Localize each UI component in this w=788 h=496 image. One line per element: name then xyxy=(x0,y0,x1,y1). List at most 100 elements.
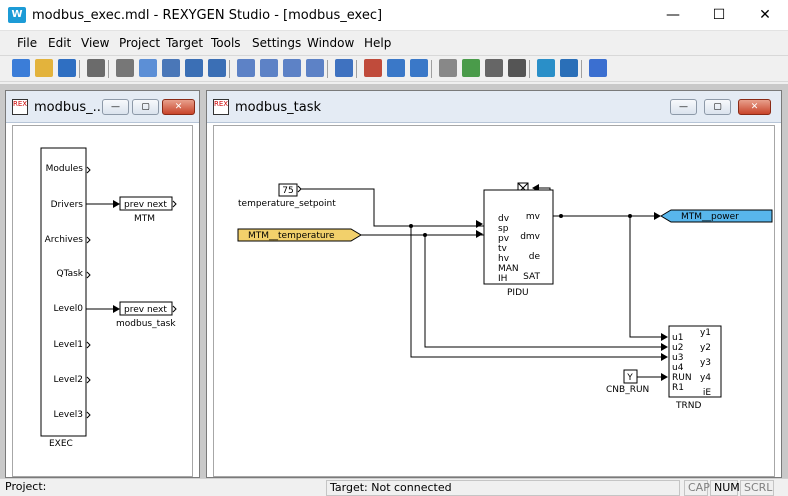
trnd-in-u1: u1 xyxy=(672,333,683,343)
trnd-in-u2: u2 xyxy=(672,343,683,353)
left-window-titlebar[interactable]: REX modbus_... — ▢ ✕ xyxy=(6,91,199,123)
zoom-select-icon[interactable] xyxy=(306,59,324,77)
menu-help[interactable]: Help xyxy=(364,36,391,50)
upload-icon[interactable] xyxy=(410,59,428,77)
modbus-task-block-text: prev next xyxy=(124,305,167,315)
left-window-title: modbus_... xyxy=(34,100,106,115)
paste-icon[interactable] xyxy=(162,59,180,77)
cnb-value: Y xyxy=(626,373,633,383)
undo-icon[interactable] xyxy=(185,59,203,77)
pidu-in-man: MAN xyxy=(498,264,519,274)
trnd-in-u4: u4 xyxy=(672,363,684,373)
pidu-in-dv: dv xyxy=(498,214,510,224)
level0-arrow xyxy=(113,305,120,313)
save-icon[interactable] xyxy=(58,59,76,77)
left-close-button[interactable]: ✕ xyxy=(162,99,195,115)
menu-edit[interactable]: Edit xyxy=(48,36,71,50)
cut-icon[interactable] xyxy=(116,59,134,77)
menu-view[interactable]: View xyxy=(81,36,109,50)
menu-bar: File Edit View Project Target Tools Sett… xyxy=(0,32,788,54)
left-minimize-button[interactable]: — xyxy=(102,99,129,115)
trnd-out-y2: y2 xyxy=(700,343,711,353)
info-icon[interactable] xyxy=(589,59,607,77)
right-child-window[interactable]: REX modbus_task — ▢ ✕ 75 temperature_set… xyxy=(206,90,782,478)
mtm-label: MTM xyxy=(134,214,155,224)
download-icon[interactable] xyxy=(387,59,405,77)
toolbar-separator xyxy=(431,60,432,78)
diagram-icon: REX xyxy=(12,99,28,115)
toolbar-separator xyxy=(108,60,109,78)
minimize-button[interactable]: — xyxy=(650,0,696,31)
trnd-in-u3: u3 xyxy=(672,353,683,363)
pidu-in-hv: hv xyxy=(498,254,510,264)
library-icon[interactable] xyxy=(439,59,457,77)
watch-icon[interactable] xyxy=(537,59,555,77)
junction xyxy=(559,214,563,218)
svg-text:Drivers: Drivers xyxy=(51,200,84,210)
trnd-out-y1: y1 xyxy=(700,328,711,338)
pidu-out-dmv: dmv xyxy=(520,232,540,242)
pidu-in-sp: sp xyxy=(498,224,509,234)
toolbar-separator xyxy=(356,60,357,78)
zoom-in-icon[interactable] xyxy=(237,59,255,77)
block-icon[interactable] xyxy=(335,59,353,77)
toolbar-separator xyxy=(581,60,582,78)
left-canvas[interactable]: EXEC Modules Drivers Archives QTask Leve… xyxy=(12,125,193,477)
right-close-button[interactable]: ✕ xyxy=(738,99,771,115)
left-child-window[interactable]: REX modbus_... — ▢ ✕ EXEC Modules Driver… xyxy=(5,90,200,478)
menu-window[interactable]: Window xyxy=(307,36,354,50)
status-scrl: SCRL xyxy=(740,480,774,496)
monitor-icon[interactable] xyxy=(560,59,578,77)
maximize-button[interactable]: ☐ xyxy=(696,0,742,31)
exec-block[interactable] xyxy=(40,147,87,437)
right-canvas[interactable]: 75 temperature_setpoint MTM__temperature… xyxy=(213,125,775,477)
junction xyxy=(423,233,427,237)
menu-settings[interactable]: Settings xyxy=(252,36,301,50)
toolbar-separator xyxy=(229,60,230,78)
mtm-block-text: prev next xyxy=(124,200,167,210)
toolbar-separator xyxy=(529,60,530,78)
copy-icon[interactable] xyxy=(139,59,157,77)
right-window-title: modbus_task xyxy=(235,100,321,115)
new-icon[interactable] xyxy=(12,59,30,77)
status-bar: Project: Target: Not connected CAP NUM S… xyxy=(0,478,788,496)
print-icon[interactable] xyxy=(87,59,105,77)
u2-arrow xyxy=(661,343,668,351)
run-arrow xyxy=(661,373,668,381)
list-icon[interactable] xyxy=(508,59,526,77)
add-icon[interactable] xyxy=(462,59,480,77)
toolbar-separator xyxy=(79,60,80,78)
right-maximize-button[interactable]: ▢ xyxy=(704,99,731,115)
left-maximize-button[interactable]: ▢ xyxy=(132,99,159,115)
trnd-in-r1: R1 xyxy=(672,383,684,393)
menu-file[interactable]: File xyxy=(17,36,37,50)
menu-project[interactable]: Project xyxy=(119,36,160,50)
exec-port-level0: Level0 xyxy=(54,304,84,314)
right-minimize-button[interactable]: — xyxy=(670,99,697,115)
const-value: 75 xyxy=(282,186,293,196)
pv-arrow xyxy=(476,230,483,238)
close-button[interactable]: ✕ xyxy=(742,0,788,31)
svg-text:Level1: Level1 xyxy=(54,340,83,350)
open-icon[interactable] xyxy=(35,59,53,77)
menu-tools[interactable]: Tools xyxy=(211,36,241,50)
zoom-fit-icon[interactable] xyxy=(283,59,301,77)
trnd-out-ie: iE xyxy=(703,388,712,398)
svg-text:Level2: Level2 xyxy=(54,375,83,385)
junction xyxy=(409,224,413,228)
toolbar xyxy=(0,55,788,82)
menu-target[interactable]: Target xyxy=(166,36,203,50)
redo-icon[interactable] xyxy=(208,59,226,77)
title-bar: W modbus_exec.mdl - REXYGEN Studio - [mo… xyxy=(0,0,788,31)
svg-text:Archives: Archives xyxy=(45,235,84,245)
compile-icon[interactable] xyxy=(364,59,382,77)
pidu-label: PIDU xyxy=(507,288,529,298)
diagram-icon: REX xyxy=(213,99,229,115)
settings-icon[interactable] xyxy=(485,59,503,77)
pidu-out-de: de xyxy=(529,252,541,262)
zoom-out-icon[interactable] xyxy=(260,59,278,77)
exec-port-drivers: Drivers xyxy=(51,200,84,210)
output-tag-label: MTM__power xyxy=(681,212,739,222)
svg-text:QTask: QTask xyxy=(56,269,83,279)
right-window-titlebar[interactable]: REX modbus_task — ▢ ✕ xyxy=(207,91,781,123)
